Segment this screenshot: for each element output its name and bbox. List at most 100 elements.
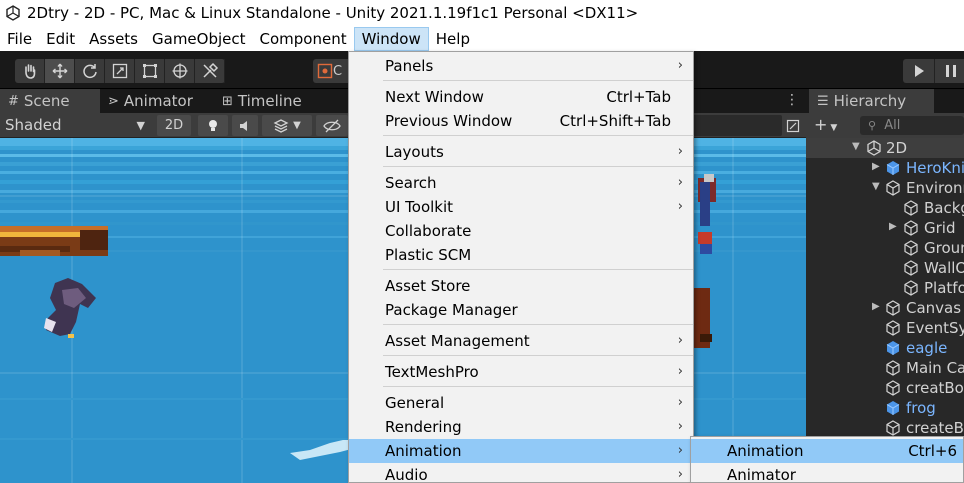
menu-gameobject[interactable]: GameObject <box>145 27 253 51</box>
menu-item-label: Animation <box>385 442 462 460</box>
tab-options-icon[interactable]: ⋮ <box>785 92 799 108</box>
tab-hierarchy-label: Hierarchy <box>833 92 907 110</box>
gameobject-cube-icon <box>904 220 918 236</box>
menu-item-label: Search <box>385 174 437 192</box>
menu-item-rendering[interactable]: Rendering › <box>349 415 693 439</box>
gameobject-cube-icon <box>904 260 918 276</box>
submenu-arrow-icon: › <box>677 199 683 214</box>
hierarchy-row-frog[interactable]: frog <box>806 398 964 418</box>
hierarchy-list: ▼ 2D ▶ HeroKni ▼ Environm Backgr ▶ Grid … <box>806 138 964 483</box>
menu-item-general[interactable]: General › <box>349 391 693 415</box>
unity-logo-icon <box>6 5 20 21</box>
tab-scene[interactable]: # Scene <box>0 89 100 113</box>
hidden-objects-icon[interactable] <box>316 115 348 136</box>
pivot-toggle[interactable]: C <box>313 59 353 83</box>
hierarchy-row-background[interactable]: Backgr <box>806 198 964 218</box>
row-label: WallO <box>924 259 964 277</box>
animation-submenu: Animation Ctrl+6 Animator <box>690 436 964 483</box>
menu-help[interactable]: Help <box>429 27 477 51</box>
menu-item-previous-window[interactable]: Previous Window Ctrl+Shift+Tab <box>349 109 693 133</box>
transform-tool-icon[interactable] <box>165 59 195 83</box>
tab-timeline[interactable]: ⊞ Timeline <box>222 89 342 113</box>
gameobject-cube-icon <box>904 240 918 256</box>
submenu-item-animation[interactable]: Animation Ctrl+6 <box>691 439 963 463</box>
hierarchy-row-scene[interactable]: ▼ 2D <box>806 138 964 158</box>
menu-item-label: Previous Window <box>385 112 513 130</box>
audio-toggle-icon[interactable] <box>232 115 258 136</box>
lighting-toggle-icon[interactable] <box>198 115 228 136</box>
custom-tool-icon[interactable] <box>195 59 225 83</box>
row-label: creatBo <box>906 379 964 397</box>
menu-separator <box>383 324 693 325</box>
draw-mode-label: Shaded <box>5 116 62 134</box>
menu-item-plastic-scm[interactable]: Plastic SCM <box>349 243 693 267</box>
submenu-arrow-icon: › <box>677 175 683 190</box>
submenu-arrow-icon: › <box>677 333 683 348</box>
window-title: 2Dtry - 2D - PC, Mac & Linux Standalone … <box>27 4 639 22</box>
play-controls <box>903 59 964 83</box>
hierarchy-row-grid[interactable]: ▶ Grid <box>806 218 964 238</box>
hierarchy-row-canvas[interactable]: ▶ Canvas <box>806 298 964 318</box>
hand-tool-icon[interactable] <box>15 59 45 83</box>
hierarchy-row-eventsystem[interactable]: EventSy <box>806 318 964 338</box>
effects-dropdown[interactable]: ▼ <box>262 115 312 136</box>
hierarchy-row-heroknight[interactable]: ▶ HeroKni <box>806 158 964 178</box>
transform-tools <box>15 59 225 83</box>
submenu-item-animator[interactable]: Animator <box>691 463 963 483</box>
toggle-2d-button[interactable]: 2D <box>157 115 191 136</box>
hierarchy-list-icon: ☰ <box>817 93 829 109</box>
menu-item-ui-toolkit[interactable]: UI Toolkit › <box>349 195 693 219</box>
hierarchy-row-environment[interactable]: ▼ Environm <box>806 178 964 198</box>
prefab-cube-icon <box>886 341 900 355</box>
menu-item-package-manager[interactable]: Package Manager <box>349 298 693 322</box>
menu-item-textmeshpro[interactable]: TextMeshPro › <box>349 360 693 384</box>
play-icon[interactable] <box>903 59 935 83</box>
menu-component[interactable]: Component <box>253 27 354 51</box>
pause-icon[interactable] <box>935 59 964 83</box>
draw-mode-dropdown[interactable]: Shaded ▼ <box>0 115 150 136</box>
menu-item-animation[interactable]: Animation › <box>349 439 693 463</box>
menu-item-next-window[interactable]: Next Window Ctrl+Tab <box>349 85 693 109</box>
hierarchy-row-eagle[interactable]: eagle <box>806 338 964 358</box>
add-chevron-icon: ▼ <box>830 123 838 133</box>
hierarchy-row-ground[interactable]: Groun <box>806 238 964 258</box>
gameobject-cube-icon <box>886 320 900 336</box>
prefab-cube-icon <box>886 401 900 415</box>
row-label: EventSy <box>906 319 964 337</box>
scale-tool-icon[interactable] <box>105 59 135 83</box>
hierarchy-row-creatbo[interactable]: creatBo <box>806 378 964 398</box>
hierarchy-row-createb[interactable]: createB <box>806 418 964 438</box>
menu-separator <box>383 355 693 356</box>
menu-assets[interactable]: Assets <box>82 27 145 51</box>
menu-item-shortcut: Ctrl+Shift+Tab <box>559 112 671 130</box>
menu-edit[interactable]: Edit <box>39 27 82 51</box>
menu-window[interactable]: Window <box>353 26 429 51</box>
maximize-icon[interactable] <box>784 115 802 136</box>
hierarchy-row-main-camera[interactable]: Main Ca <box>806 358 964 378</box>
hierarchy-row-wall[interactable]: WallO <box>806 258 964 278</box>
gameobject-cube-icon <box>886 380 900 396</box>
row-label: frog <box>906 399 936 417</box>
menu-item-layouts[interactable]: Layouts › <box>349 140 693 164</box>
row-label: HeroKni <box>906 159 964 177</box>
add-object-button[interactable]: + ▼ <box>814 115 837 134</box>
hierarchy-search-input[interactable]: ⚲ All <box>860 116 964 135</box>
menu-item-panels[interactable]: Panels › <box>349 54 693 78</box>
hierarchy-row-platform[interactable]: Platfo <box>806 278 964 298</box>
gameobject-cube-icon <box>886 180 900 196</box>
menu-item-search[interactable]: Search › <box>349 171 693 195</box>
menu-item-asset-store[interactable]: Asset Store <box>349 274 693 298</box>
tab-hierarchy[interactable]: ☰ Hierarchy <box>809 89 934 113</box>
rect-tool-icon[interactable] <box>135 59 165 83</box>
tab-animator[interactable]: ⋗ Animator <box>108 89 214 113</box>
menu-item-collaborate[interactable]: Collaborate <box>349 219 693 243</box>
scene-search-field[interactable] <box>688 115 782 136</box>
menu-item-asset-management[interactable]: Asset Management › <box>349 329 693 353</box>
row-label: Main Ca <box>906 359 964 377</box>
move-tool-icon[interactable] <box>45 59 75 83</box>
rotate-tool-icon[interactable] <box>75 59 105 83</box>
menu-item-label: TextMeshPro <box>385 363 479 381</box>
menu-item-label: Panels <box>385 57 434 75</box>
menu-file[interactable]: File <box>0 27 39 51</box>
menu-item-audio[interactable]: Audio › <box>349 463 693 483</box>
